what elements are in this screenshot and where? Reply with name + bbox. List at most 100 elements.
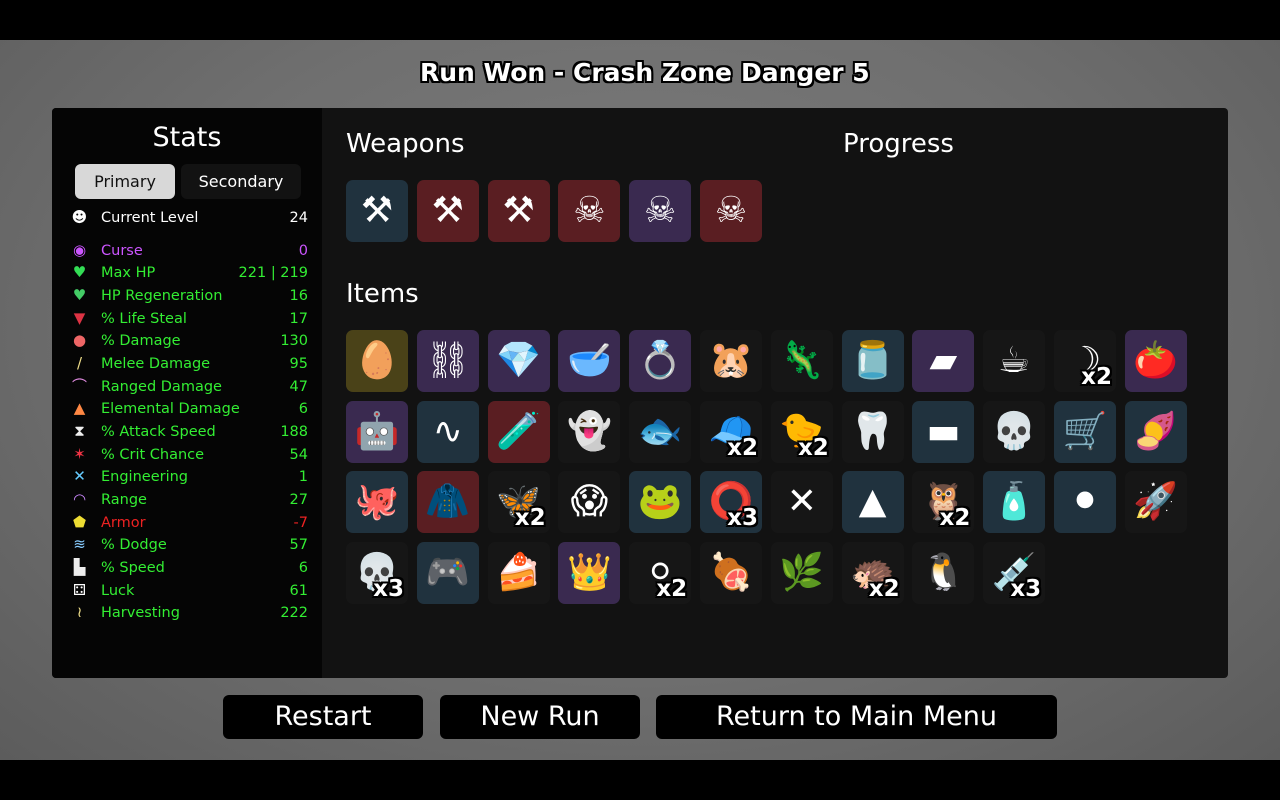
weapon-slot[interactable]: ⚒ [416,180,479,242]
item-slot[interactable]: 🐹 [700,330,762,392]
weapon-slot[interactable]: ☠ [629,180,692,242]
new-run-button[interactable]: New Run [440,695,640,739]
item-slot[interactable]: 🧢 x2 [700,401,762,463]
run-header: Run Won - Crash Zone Danger 5 [0,58,1280,92]
stat-label: Luck [101,583,135,599]
stat-label: Armor [101,515,146,531]
stat-row-max-hp[interactable]: ♥ Max HP 221 | 219 [70,262,308,284]
stat-row-elemental-damage[interactable]: ▲ Elemental Damage 6 [70,398,308,420]
stat-label: % Attack Speed [101,424,216,440]
item-slot[interactable]: 🐸 [629,471,692,533]
stat-label: Current Level [101,210,199,226]
item-slot[interactable]: 🦔 x2 [841,542,904,604]
item-slot[interactable]: ∿ [416,401,479,463]
item-slot[interactable]: 💎 [487,330,550,392]
item-slot[interactable]: 🍠 [1124,401,1187,463]
egg-face-icon: 🥚 [354,340,400,381]
item-slot[interactable]: 💉 x3 [983,542,1046,604]
item-slot[interactable]: 🫙 [841,330,904,392]
stat-row-attack-speed[interactable]: ⧗ % Attack Speed 188 [70,421,308,443]
stat-row-current-level[interactable]: ☻ Current Level 24 [70,207,308,229]
item-slot[interactable]: 🦉 x2 [912,471,975,533]
item-slot[interactable]: 🎮 [416,542,479,604]
stat-row-hp-regeneration[interactable]: ♥ HP Regeneration 16 [70,285,308,307]
stat-row-engineering[interactable]: ✕ Engineering 1 [70,466,308,488]
weapon-slot[interactable]: ⚒ [346,180,408,242]
ghost-icon: 👻 [566,411,612,452]
stat-value: 221 | 219 [238,265,308,281]
stat-row-damage[interactable]: ● % Damage 130 [70,330,308,352]
item-slot[interactable]: 🐧 [912,542,975,604]
stat-row-ranged-damage[interactable]: ⌒ Ranged Damage 47 [70,376,308,398]
wheat-icon: ≀ [76,603,83,621]
item-slot[interactable]: ☽ x2 [1054,330,1116,392]
item-slot[interactable]: 🧪 [487,401,550,463]
stat-value: -7 [293,515,308,531]
lizard-icon: 🦎 [779,340,825,381]
stat-row-crit-chance[interactable]: ✶ % Crit Chance 54 [70,444,308,466]
item-slot[interactable]: 🐟 [629,401,692,463]
item-slot[interactable]: ⛓ [416,330,479,392]
weapon-slot[interactable]: ☠ [558,180,621,242]
item-slot[interactable]: 🍖 [700,542,762,604]
restart-button[interactable]: Restart [223,695,423,739]
tab-primary[interactable]: Primary [75,164,175,199]
item-slot[interactable]: ⭕ x3 [700,471,762,533]
stat-row-speed[interactable]: ▙ % Speed 6 [70,557,308,579]
weapons-title: Weapons [346,129,465,159]
item-slot[interactable]: 🤖 [346,401,408,463]
item-slot[interactable]: 👻 [558,401,621,463]
item-slot[interactable]: 💀 [983,401,1046,463]
item-slot[interactable]: 🧥 [416,471,479,533]
item-slot[interactable]: ▲ [841,471,904,533]
item-slot[interactable]: 🧴 [983,471,1046,533]
sword-icon: / [76,354,83,372]
item-slot[interactable]: ☕ [983,330,1046,392]
stat-row-luck[interactable]: ⚃ Luck 61 [70,580,308,602]
crystal-icon: 💎 [496,340,541,381]
stat-label: % Damage [101,333,181,349]
stat-label: Curse [101,243,143,259]
items-title: Items [346,279,419,309]
item-slot[interactable]: 🐤 x2 [770,401,833,463]
item-slot[interactable]: 🐙 [346,471,408,533]
weapon-slot[interactable]: ⚒ [487,180,550,242]
item-slot[interactable]: 🍰 [487,542,550,604]
item-quantity: x2 [797,435,829,461]
item-slot[interactable]: ✕ [770,471,833,533]
item-quantity: x2 [514,505,546,531]
tab-secondary[interactable]: Secondary [181,164,301,199]
dodge-wind-icon: ≋ [73,535,86,553]
letterbox-bottom [0,760,1280,800]
item-slot[interactable]: 😱 [558,471,621,533]
item-slot[interactable]: ▬ [912,401,975,463]
stat-row-harvesting[interactable]: ≀ Harvesting 222 [70,602,308,624]
item-slot[interactable]: 🥚 [346,330,408,392]
item-slot[interactable]: ⚫ [1054,471,1116,533]
animal-skull-icon: 💀 [991,411,1037,452]
main-menu-button[interactable]: Return to Main Menu [656,695,1057,739]
item-slot[interactable]: 🦋 x2 [487,471,550,533]
stat-row-life-steal[interactable]: ▼ % Life Steal 17 [70,308,308,330]
item-slot[interactable]: 🥣 [558,330,621,392]
stat-row-range[interactable]: ◠ Range 27 [70,489,308,511]
item-slot[interactable]: 🍅 [1124,330,1187,392]
item-slot[interactable]: 🌿 [770,542,833,604]
item-slot[interactable]: 💍 [629,330,692,392]
item-slot[interactable]: 🛒 [1054,401,1116,463]
stat-value: 61 [289,583,308,599]
stat-row-curse[interactable]: ◉ Curse 0 [70,240,308,262]
item-slot[interactable]: ▰ [912,330,975,392]
item-slot[interactable]: 🚀 [1124,471,1187,533]
item-slot[interactable]: 🦷 [841,401,904,463]
stat-value: 6 [298,401,308,417]
stat-row-dodge[interactable]: ≋ % Dodge 57 [70,534,308,556]
stat-row-melee-damage[interactable]: / Melee Damage 95 [70,353,308,375]
item-slot[interactable]: 🦎 [770,330,833,392]
item-slot[interactable]: 👑 [558,542,621,604]
weapon-slot[interactable]: ☠ [700,180,762,242]
item-slot[interactable]: ⚪ x2 [629,542,692,604]
stat-row-armor[interactable]: ⬟ Armor -7 [70,512,308,534]
stat-value: 16 [289,288,308,304]
item-slot[interactable]: 💀 x3 [346,542,408,604]
